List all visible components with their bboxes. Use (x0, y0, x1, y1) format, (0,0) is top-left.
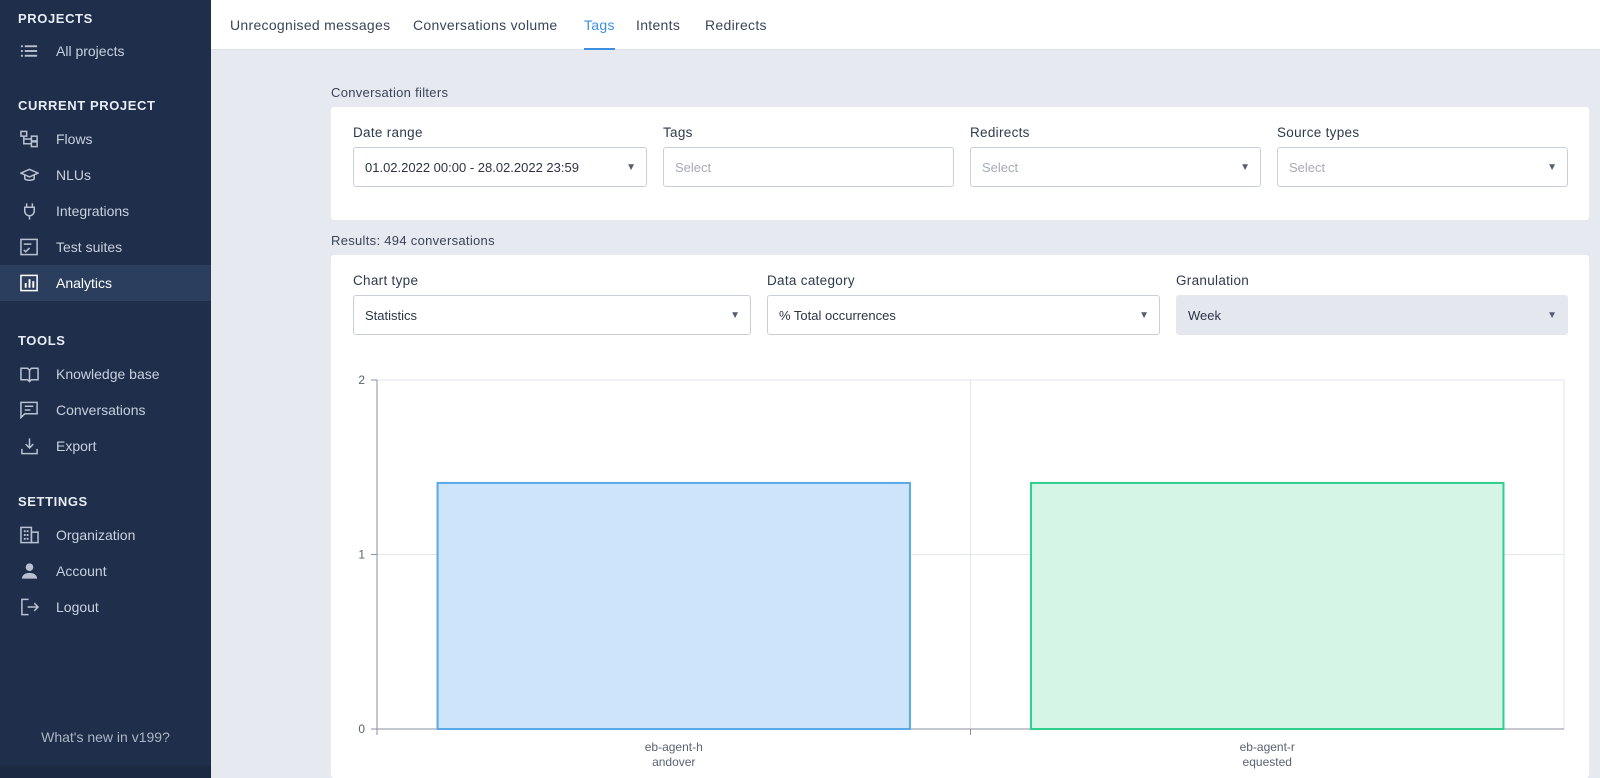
analytics-tabs: Unrecognised messages Conversations volu… (211, 0, 1600, 50)
tab-redirects[interactable]: Redirects (705, 0, 767, 50)
date-range-select[interactable]: 01.02.2022 00:00 - 28.02.2022 23:59 ▼ (353, 147, 647, 187)
filters-card: Date range 01.02.2022 00:00 - 28.02.2022… (331, 107, 1589, 220)
chat-icon (19, 401, 39, 419)
download-icon (19, 437, 39, 455)
chevron-down-icon: ▼ (626, 162, 636, 173)
tags-input[interactable]: Select (663, 147, 954, 187)
y-tick-label: 2 (358, 373, 365, 387)
tab-intents[interactable]: Intents (636, 0, 680, 50)
sidebar-item-label: Conversations (56, 402, 146, 418)
redirects-select[interactable]: Select ▼ (970, 147, 1261, 187)
results-caption: Results: 494 conversations (331, 233, 495, 248)
sidebar-item-knowledge-base[interactable]: Knowledge base (0, 356, 211, 392)
whats-new-link[interactable]: What's new in v199? (0, 729, 211, 745)
chevron-down-icon: ▼ (1240, 162, 1250, 173)
logout-icon (19, 598, 39, 616)
x-tick-label: equested (1243, 755, 1292, 769)
section-title-projects: PROJECTS (18, 11, 93, 26)
sidebar-item-analytics[interactable]: Analytics (0, 265, 211, 301)
sidebar-item-conversations[interactable]: Conversations (0, 392, 211, 428)
tab-unrecognised-messages[interactable]: Unrecognised messages (230, 0, 390, 50)
chevron-down-icon: ▼ (730, 310, 740, 321)
source-types-label: Source types (1277, 125, 1360, 140)
y-tick-label: 1 (358, 548, 365, 562)
flow-icon (19, 130, 39, 148)
sidebar-item-label: Knowledge base (56, 366, 160, 382)
bar-2 (1030, 481, 1505, 730)
sidebar-item-label: Integrations (56, 203, 130, 219)
tags-label: Tags (663, 125, 693, 140)
section-title-current-project: CURRENT PROJECT (18, 98, 156, 113)
sidebar-item-all-projects[interactable]: All projects (0, 33, 211, 69)
chevron-down-icon: ▼ (1547, 162, 1557, 173)
chevron-down-icon: ▼ (1547, 310, 1557, 321)
book-icon (19, 365, 39, 383)
sidebar-item-label: Export (56, 438, 97, 454)
chart-type-select[interactable]: Statistics ▼ (353, 295, 751, 335)
sidebar-item-test-suites[interactable]: Test suites (0, 229, 211, 265)
data-category-select[interactable]: % Total occurrences ▼ (767, 295, 1160, 335)
sidebar-item-label: NLUs (56, 167, 92, 183)
source-types-select[interactable]: Select ▼ (1277, 147, 1568, 187)
x-tick-label: eb-agent-h (645, 740, 703, 754)
tags-bar-chart: 0 1 2 eb-agent-handover eb-agent-requested (358, 373, 1565, 769)
data-category-label: Data category (767, 273, 855, 288)
chart-type-value: Statistics (365, 308, 418, 323)
date-range-value: 01.02.2022 00:00 - 28.02.2022 23:59 (365, 160, 579, 175)
sidebar-item-label: Organization (56, 527, 136, 543)
tags-placeholder: Select (675, 160, 712, 175)
chevron-down-icon: ▼ (1139, 310, 1149, 321)
y-tick-label: 0 (358, 722, 365, 736)
conversation-filters-caption: Conversation filters (331, 85, 449, 100)
sidebar-item-integrations[interactable]: Integrations (0, 193, 211, 229)
granulation-select[interactable]: Week ▼ (1176, 295, 1568, 335)
sidebar-item-account[interactable]: Account (0, 553, 211, 589)
bar-1 (436, 481, 911, 730)
sidebar-item-label: All projects (56, 43, 125, 59)
sidebar-item-label: Account (56, 563, 107, 579)
granulation-label: Granulation (1176, 273, 1250, 288)
sidebar-footer (0, 766, 211, 778)
sidebar-item-export[interactable]: Export (0, 428, 211, 464)
person-icon (19, 562, 39, 580)
building-icon (19, 526, 39, 544)
section-title-tools: TOOLS (18, 333, 66, 348)
chart-type-label: Chart type (353, 273, 419, 288)
sidebar-item-flows[interactable]: Flows (0, 121, 211, 157)
redirects-label: Redirects (970, 125, 1030, 140)
checklist-icon (19, 238, 39, 256)
source-types-placeholder: Select (1289, 160, 1326, 175)
sidebar: PROJECTS All projects CURRENT PROJECT Fl… (0, 0, 211, 778)
sidebar-item-label: Logout (56, 599, 99, 615)
redirects-placeholder: Select (982, 160, 1019, 175)
list-icon (19, 42, 39, 60)
sidebar-item-label: Analytics (56, 275, 113, 291)
tab-tags[interactable]: Tags (584, 0, 615, 50)
granulation-value: Week (1188, 308, 1221, 323)
graduation-cap-icon (19, 166, 39, 184)
data-category-value: % Total occurrences (779, 308, 896, 323)
plug-icon (19, 202, 39, 220)
tab-conversations-volume[interactable]: Conversations volume (413, 0, 558, 50)
x-tick-label: eb-agent-r (1240, 740, 1295, 754)
sidebar-item-nlus[interactable]: NLUs (0, 157, 211, 193)
section-title-settings: SETTINGS (18, 494, 88, 509)
date-range-label: Date range (353, 125, 423, 140)
sidebar-item-organization[interactable]: Organization (0, 517, 211, 553)
bar-chart-icon (19, 274, 39, 292)
sidebar-item-label: Flows (56, 131, 93, 147)
sidebar-item-logout[interactable]: Logout (0, 589, 211, 625)
sidebar-item-label: Test suites (56, 239, 123, 255)
x-tick-label: andover (652, 755, 695, 769)
